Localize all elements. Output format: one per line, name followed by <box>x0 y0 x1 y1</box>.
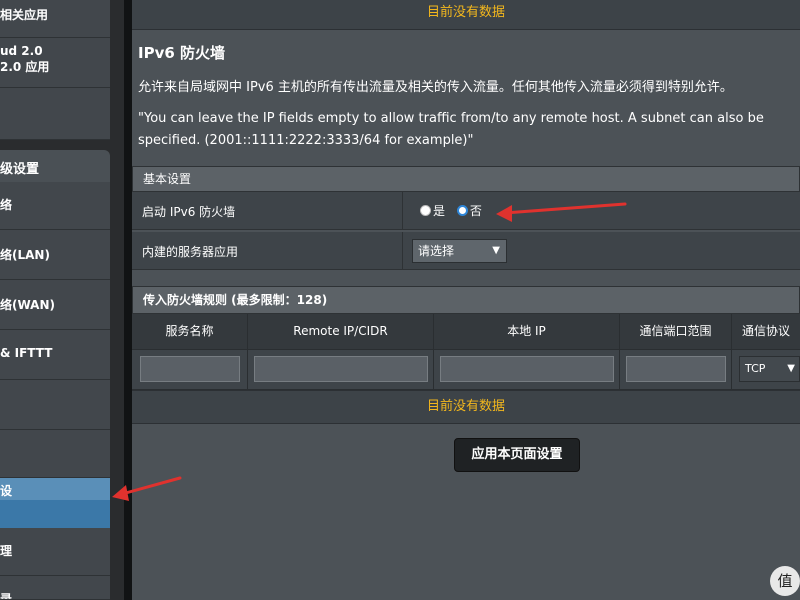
rules-no-data-notice: 目前没有数据 <box>132 390 800 424</box>
radio-no[interactable] <box>456 205 468 216</box>
column-header-remote-ip: Remote IP/CIDR <box>248 314 434 350</box>
basic-settings-header: 基本设置 <box>132 166 800 192</box>
port-range-input[interactable] <box>626 356 726 382</box>
sidebar-item-label: 络(LAN) <box>0 248 50 262</box>
sidebar-item-label: 络 <box>0 198 13 212</box>
column-header-protocol: 通信协议 <box>741 324 790 338</box>
main-panel: 目前没有数据 IPv6 防火墙 允许来自局域网中 IPv6 主机的所有传出流量及… <box>132 0 800 600</box>
sidebar: 相关应用 ud 2.0 2.0 应用 级设置 络 络(LAN) 络(WAN) &… <box>0 0 110 600</box>
sidebar-item-label-2: 2.0 应用 <box>0 60 50 74</box>
inbound-rules-header: 传入防火墙规则 (最多限制：128) <box>132 286 800 314</box>
sidebar-scroll-rail <box>124 0 132 600</box>
sidebar-item-lan[interactable]: 络(LAN) <box>0 230 110 280</box>
sidebar-item-label: 理 <box>0 544 13 558</box>
sidebar-item-label: 络(WAN) <box>0 298 55 312</box>
column-header-port-range: 通信端口范围 <box>620 314 732 350</box>
radio-yes[interactable] <box>420 205 431 216</box>
sidebar-item-related-apps[interactable]: 相关应用 <box>0 0 110 38</box>
rules-table-header: 服务名称 Remote IP/CIDR 本地 IP 通信端口范围 通信协议 <box>132 314 800 350</box>
sidebar-item-wan[interactable]: 络(WAN) <box>0 280 110 330</box>
sidebar-item-network[interactable]: 络 <box>0 182 110 230</box>
sidebar-item-label: 相关应用 <box>0 8 49 22</box>
sidebar-item-cloud[interactable]: ud 2.0 2.0 应用 <box>0 38 110 88</box>
enable-firewall-row: 启动 IPv6 防火墙 是 否 <box>132 192 800 230</box>
local-ip-input[interactable] <box>440 356 614 382</box>
column-header-service-name: 服务名称 <box>132 314 248 350</box>
sidebar-item-label: 录 <box>0 592 13 600</box>
row-divider <box>402 232 403 270</box>
apply-settings-button[interactable]: 应用本页面设置 <box>454 438 580 472</box>
sidebar-item-firewall-active[interactable]: 设 <box>0 478 110 528</box>
sidebar-item-blank-1[interactable] <box>0 380 110 430</box>
server-app-label: 内建的服务器应用 <box>142 245 239 259</box>
top-no-data-notice: 目前没有数据 <box>132 0 800 30</box>
sidebar-item-admin[interactable]: 理 <box>0 528 110 576</box>
server-app-select[interactable]: 请选择 ▼ <box>412 239 507 263</box>
enable-firewall-radio-group: 是 否 <box>420 202 490 219</box>
page-title: IPv6 防火墙 <box>138 44 226 62</box>
page-description: 允许来自局域网中 IPv6 主机的所有传出流量及相关的传入流量。任何其他传入流量… <box>138 80 733 95</box>
service-name-input[interactable] <box>140 356 240 382</box>
watermark-logo: 值 <box>770 566 800 596</box>
sidebar-section-advanced: 级设置 <box>0 150 110 182</box>
chevron-down-icon: ▼ <box>492 245 500 256</box>
enable-firewall-label: 启动 IPv6 防火墙 <box>142 205 236 219</box>
protocol-select[interactable]: TCP ▼ <box>739 356 800 382</box>
ip-fields-note: "You can leave the IP fields empty to al… <box>138 111 764 148</box>
chevron-down-icon: ▼ <box>787 363 795 374</box>
column-header-local-ip: 本地 IP <box>434 314 620 350</box>
rules-input-row: TCP ▼ <box>132 350 800 390</box>
server-app-row: 内建的服务器应用 请选择 ▼ <box>132 232 800 270</box>
sidebar-item-label: ud 2.0 <box>0 44 43 58</box>
remote-ip-input[interactable] <box>254 356 428 382</box>
row-divider <box>402 192 403 230</box>
sidebar-item-label: & IFTTT <box>0 346 53 360</box>
sidebar-item-blank-2[interactable] <box>0 430 110 478</box>
radio-no-label[interactable]: 否 <box>470 204 482 218</box>
sidebar-item-label: 设 <box>0 478 110 500</box>
sidebar-item-misc[interactable] <box>0 88 110 140</box>
radio-yes-label[interactable]: 是 <box>433 204 445 218</box>
sidebar-item-ifttt[interactable]: & IFTTT <box>0 330 110 380</box>
sidebar-item-log[interactable]: 录 <box>0 576 110 600</box>
